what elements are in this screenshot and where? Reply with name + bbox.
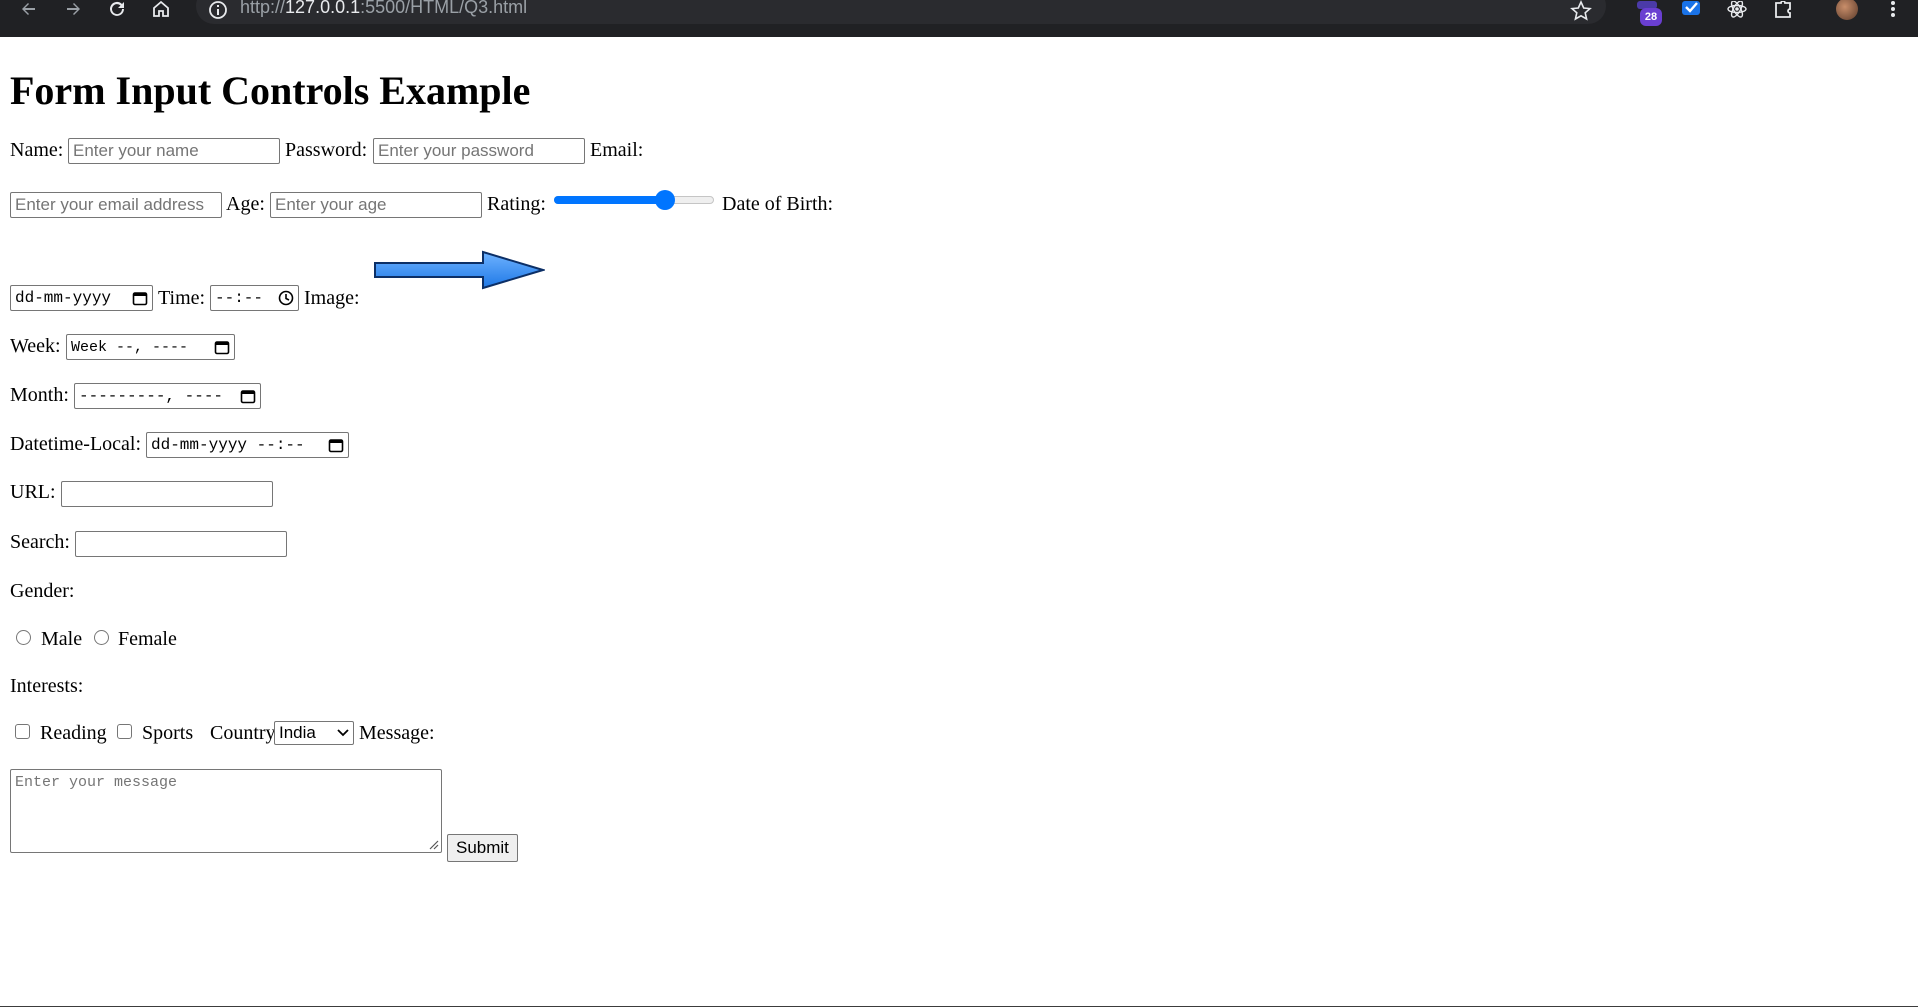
- gender-label: Gender:: [10, 580, 75, 602]
- age-label: Age:: [226, 193, 265, 215]
- avatar[interactable]: [1836, 0, 1858, 20]
- rating-label: Rating:: [487, 193, 546, 215]
- page-content: Form Input Controls Example Name: Passwo…: [0, 37, 1918, 1007]
- password-input[interactable]: [373, 138, 585, 164]
- blue-arrow-icon[interactable]: [373, 250, 545, 290]
- info-icon[interactable]: [208, 0, 228, 20]
- calendar-icon[interactable]: [214, 339, 230, 355]
- month-display: ---------, ----: [79, 387, 224, 405]
- back-arrow-icon[interactable]: [14, 0, 44, 18]
- rating-thumb[interactable]: [654, 190, 675, 210]
- email-input[interactable]: [10, 192, 222, 218]
- kebab-menu-icon[interactable]: [1880, 0, 1906, 24]
- datetime-label: Datetime-Local:: [10, 433, 142, 455]
- search-label: Search:: [10, 531, 70, 553]
- forward-arrow-icon[interactable]: [58, 0, 88, 18]
- male-radio[interactable]: [16, 630, 31, 645]
- extension-badge-count: 28: [1640, 8, 1662, 26]
- female-radio[interactable]: [94, 630, 109, 645]
- url-label: URL:: [10, 481, 56, 503]
- country-selected: India: [279, 723, 316, 742]
- rating-fill: [554, 196, 665, 204]
- browser-toolbar: http://127.0.0.1:5500/HTML/Q3.html 28: [0, 0, 1918, 37]
- url-input[interactable]: [61, 481, 273, 507]
- name-label: Name:: [10, 139, 64, 161]
- url-prefix: http://: [240, 0, 286, 17]
- star-icon[interactable]: [1570, 0, 1592, 22]
- page-title: Form Input Controls Example: [10, 68, 531, 113]
- calendar-icon[interactable]: [132, 290, 148, 306]
- month-label: Month:: [10, 384, 69, 406]
- sports-checkbox[interactable]: [117, 724, 132, 739]
- calendar-icon[interactable]: [328, 437, 344, 453]
- puzzle-piece-icon[interactable]: [1770, 0, 1796, 24]
- message-label: Message:: [359, 722, 435, 744]
- email-label: Email:: [590, 139, 644, 161]
- address-bar[interactable]: http://127.0.0.1:5500/HTML/Q3.html: [196, 0, 1606, 24]
- age-input[interactable]: [270, 192, 482, 218]
- name-input[interactable]: [68, 138, 280, 164]
- reload-icon[interactable]: [102, 0, 132, 18]
- checkmark-extension-icon[interactable]: [1678, 0, 1704, 24]
- rating-slider[interactable]: [554, 187, 714, 213]
- clock-icon[interactable]: [278, 290, 294, 306]
- reading-label: Reading: [40, 722, 107, 744]
- time-input[interactable]: --:--: [210, 285, 299, 311]
- country-label: Country:: [210, 722, 282, 744]
- dob-input[interactable]: dd-mm-yyyy: [10, 285, 153, 311]
- home-icon[interactable]: [146, 0, 176, 18]
- chevron-down-icon: [337, 729, 349, 737]
- week-display: Week --, ----: [71, 338, 189, 356]
- resize-handle-icon[interactable]: [429, 840, 439, 850]
- url-text: http://127.0.0.1:5500/HTML/Q3.html: [240, 0, 527, 18]
- sports-label: Sports: [142, 722, 194, 744]
- submit-button[interactable]: Submit: [447, 834, 518, 862]
- time-display: --:--: [215, 289, 264, 307]
- female-label: Female: [118, 628, 177, 650]
- password-label: Password:: [285, 139, 368, 161]
- url-host: 127.0.0.1: [285, 0, 361, 17]
- datetime-input[interactable]: dd-mm-yyyy --:--: [146, 432, 349, 458]
- dob-display: dd-mm-yyyy: [15, 289, 112, 307]
- url-rest: :5500/HTML/Q3.html: [360, 0, 528, 17]
- week-input[interactable]: Week --, ----: [66, 334, 235, 360]
- country-select[interactable]: India: [274, 721, 354, 745]
- react-atom-icon[interactable]: [1724, 0, 1750, 24]
- dob-label: Date of Birth:: [722, 193, 834, 215]
- interests-label: Interests:: [10, 675, 84, 697]
- message-textarea[interactable]: [10, 769, 442, 853]
- calendar-icon[interactable]: [240, 388, 256, 404]
- month-input[interactable]: ---------, ----: [74, 383, 261, 409]
- male-label: Male: [41, 628, 83, 650]
- image-label: Image:: [304, 287, 360, 309]
- reading-checkbox[interactable]: [15, 724, 30, 739]
- search-input[interactable]: [75, 531, 287, 557]
- datetime-display: dd-mm-yyyy --:--: [151, 436, 305, 454]
- time-label: Time:: [158, 287, 206, 309]
- week-label: Week:: [10, 335, 61, 357]
